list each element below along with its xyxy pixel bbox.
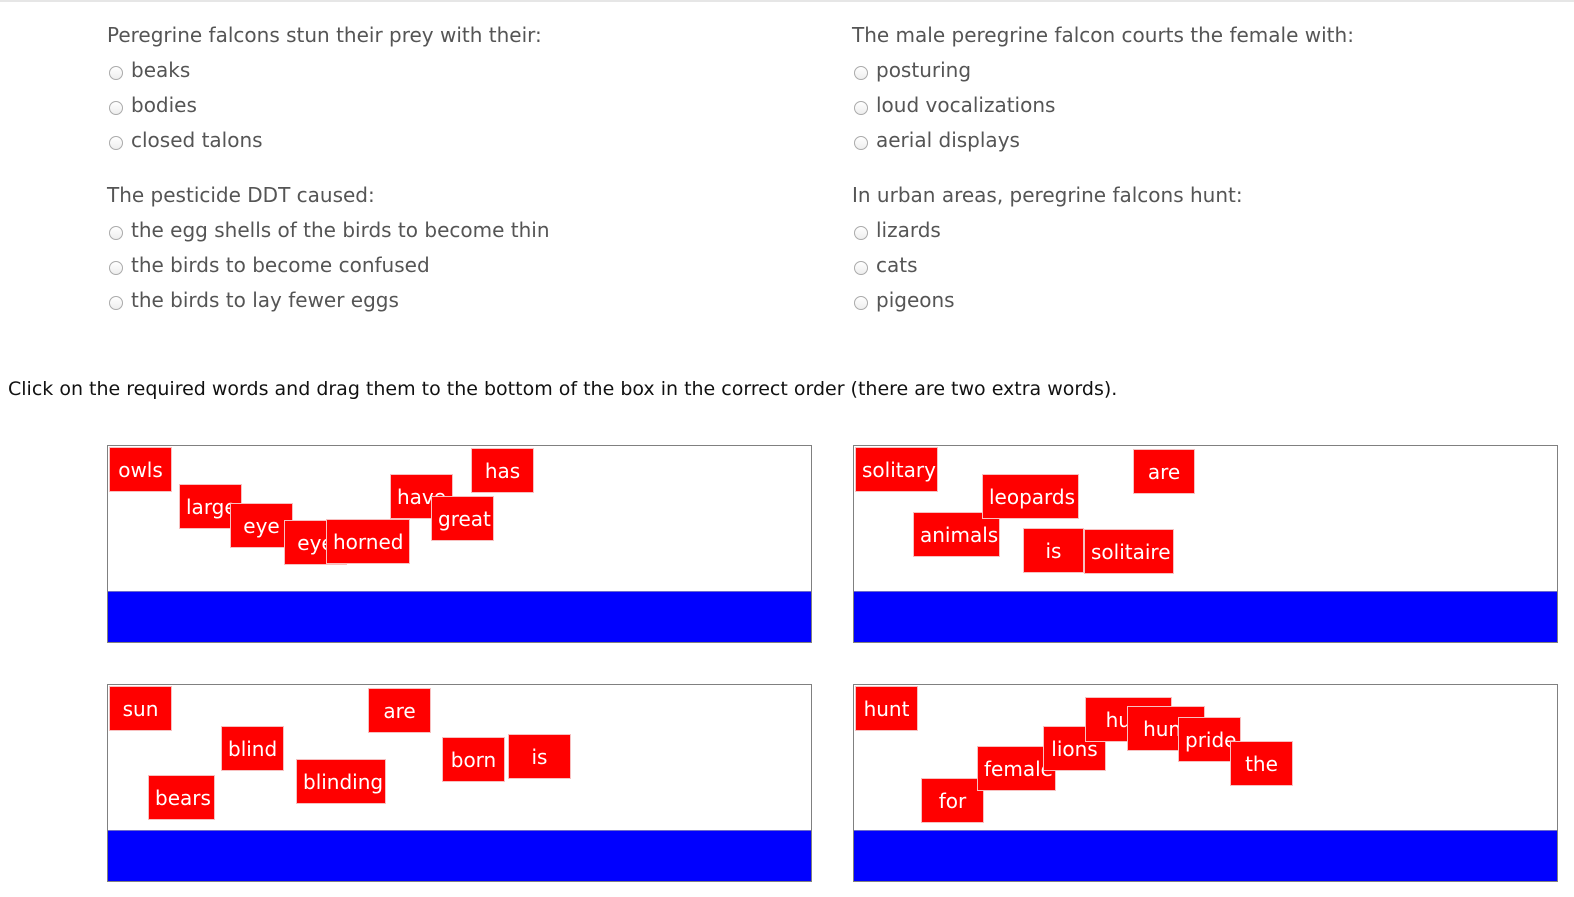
word-tile[interactable]: blind [221,726,284,771]
question-3: The pesticide DDT caused: the egg shells… [107,178,550,318]
radio-button[interactable] [109,135,123,150]
question-text: The male peregrine falcon courts the fem… [852,23,1354,47]
question-4: In urban areas, peregrine falcons hunt: … [852,178,1243,318]
question-text: The pesticide DDT caused: [107,183,375,207]
radio-button[interactable] [854,135,868,150]
word-tile[interactable]: leopards [982,474,1079,519]
top-divider [0,0,1574,2]
word-tile[interactable]: are [1133,449,1195,494]
radio-button[interactable] [854,295,868,310]
option-label[interactable]: loud vocalizations [876,88,1055,123]
question-text: In urban areas, peregrine falcons hunt: [852,183,1243,207]
radio-button[interactable] [109,225,123,240]
option-label[interactable]: the birds to become confused [131,248,430,283]
option[interactable]: the birds to lay fewer eggs [107,283,550,318]
word-tile[interactable]: for [921,778,984,823]
radio-button[interactable] [854,100,868,115]
option[interactable]: beaks [107,53,542,88]
radio-button[interactable] [109,65,123,80]
word-puzzle-3: sun bears blind blinding are born is [107,684,812,882]
question-1: Peregrine falcons stun their prey with t… [107,18,542,158]
word-puzzle-2: solitary animals leopards is solitaire a… [853,445,1558,643]
word-tile[interactable]: horned [326,519,410,564]
word-tile[interactable]: blinding [296,759,386,804]
drop-zone[interactable] [854,830,1557,881]
option[interactable]: posturing [852,53,1354,88]
word-tile[interactable]: solitaire [1084,529,1174,574]
radio-button[interactable] [109,295,123,310]
word-tile[interactable]: great [431,496,494,541]
option[interactable]: the birds to become confused [107,248,550,283]
option[interactable]: the egg shells of the birds to become th… [107,213,550,248]
option-label[interactable]: beaks [131,53,190,88]
word-puzzle-1: owls large have has eye eye horned great [107,445,812,643]
drop-zone[interactable] [108,591,811,642]
word-tile[interactable]: owls [109,447,172,492]
radio-button[interactable] [109,100,123,115]
question-2: The male peregrine falcon courts the fem… [852,18,1354,158]
option[interactable]: bodies [107,88,542,123]
word-tile[interactable]: born [442,737,505,782]
option[interactable]: cats [852,248,1243,283]
word-puzzle-4: hunt for female lions hunt hunt pride th… [853,684,1558,882]
question-text: Peregrine falcons stun their prey with t… [107,23,542,47]
radio-button[interactable] [854,65,868,80]
word-tile[interactable]: the [1230,741,1293,786]
word-tile[interactable]: is [508,734,571,779]
option-label[interactable]: aerial displays [876,123,1020,158]
option[interactable]: closed talons [107,123,542,158]
option-label[interactable]: pigeons [876,283,955,318]
word-tile[interactable]: is [1023,528,1084,573]
instructions: Click on the required words and drag the… [8,378,1118,400]
radio-button[interactable] [854,260,868,275]
radio-button[interactable] [109,260,123,275]
option-label[interactable]: cats [876,248,918,283]
word-tile[interactable]: solitary [855,447,938,492]
radio-button[interactable] [854,225,868,240]
option[interactable]: lizards [852,213,1243,248]
drop-zone[interactable] [108,830,811,881]
option[interactable]: pigeons [852,283,1243,318]
option-label[interactable]: the birds to lay fewer eggs [131,283,399,318]
option[interactable]: loud vocalizations [852,88,1354,123]
word-tile[interactable]: sun [109,686,172,731]
option-label[interactable]: bodies [131,88,197,123]
option[interactable]: aerial displays [852,123,1354,158]
option-label[interactable]: posturing [876,53,971,88]
option-label[interactable]: the egg shells of the birds to become th… [131,213,550,248]
word-tile[interactable]: has [471,448,534,493]
word-tile[interactable]: bears [148,775,215,820]
option-label[interactable]: lizards [876,213,941,248]
option-label[interactable]: closed talons [131,123,263,158]
word-tile[interactable]: are [368,688,431,733]
drop-zone[interactable] [854,591,1557,642]
word-tile[interactable]: hunt [855,686,918,731]
